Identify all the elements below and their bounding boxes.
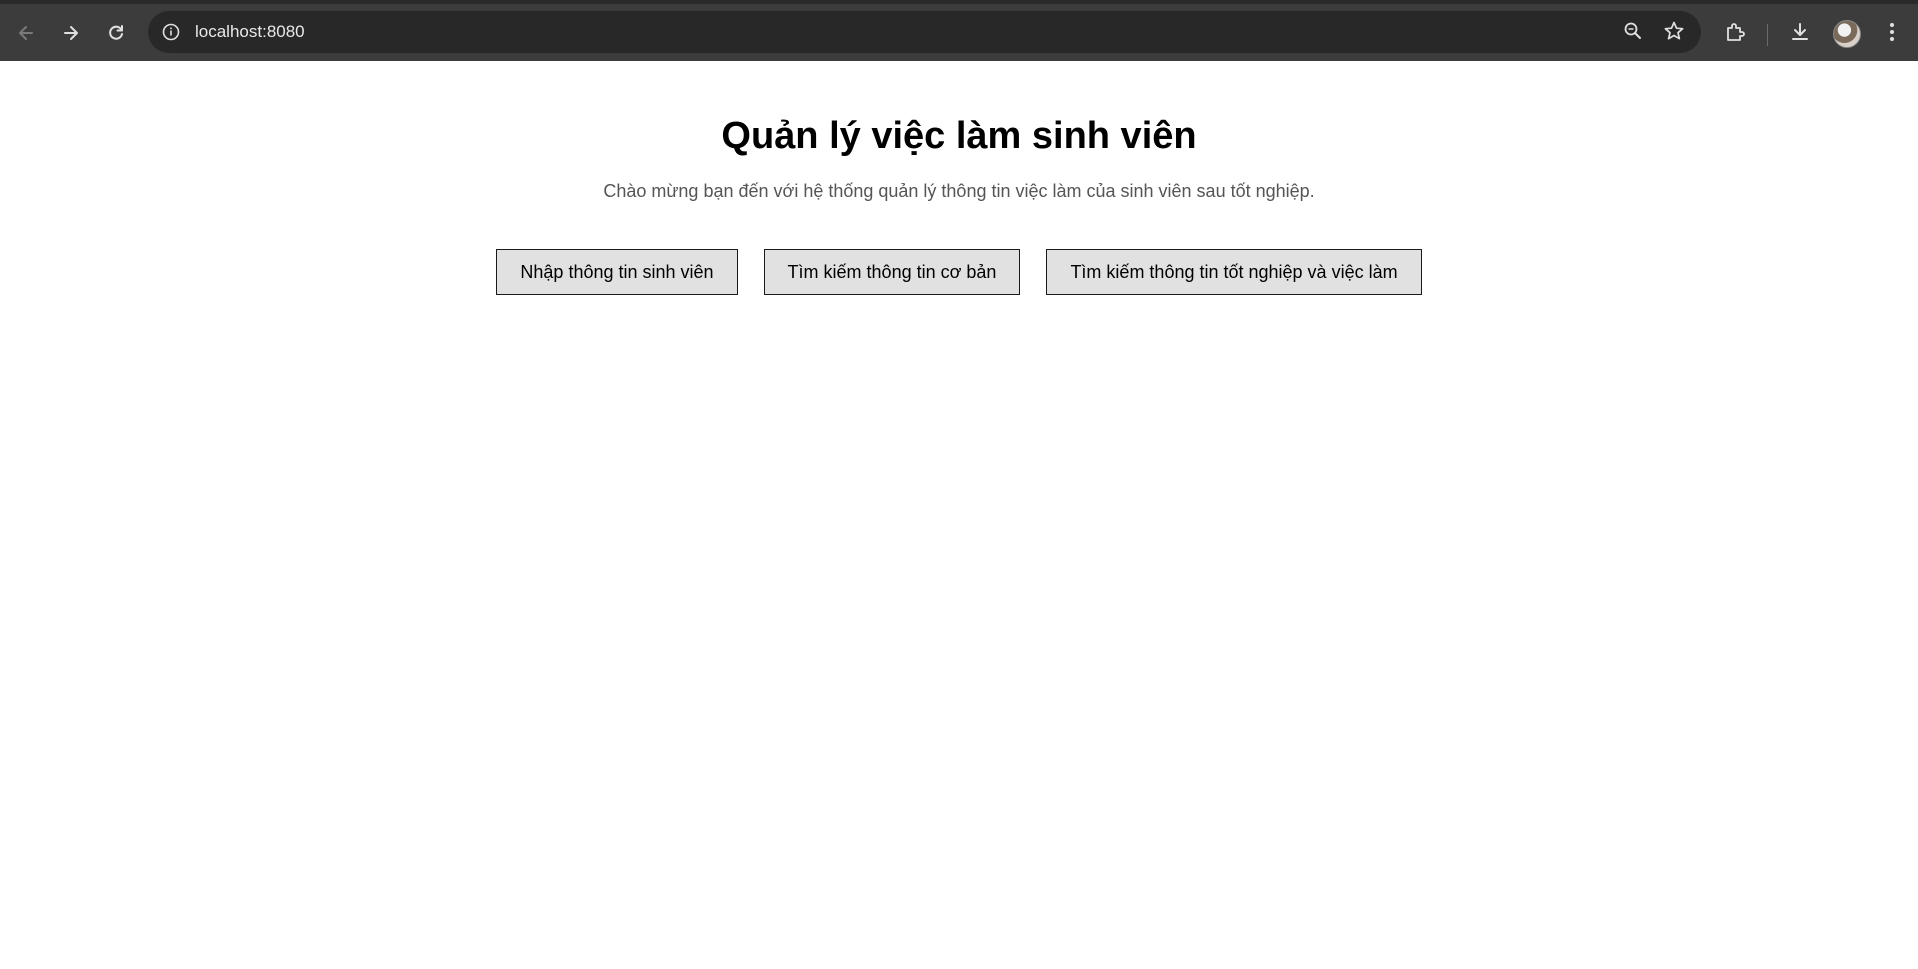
enter-student-info-button[interactable]: Nhập thông tin sinh viên bbox=[496, 249, 738, 295]
site-info-icon[interactable] bbox=[160, 21, 182, 43]
back-button[interactable] bbox=[11, 18, 41, 48]
extensions-icon[interactable] bbox=[1723, 20, 1747, 49]
url-text[interactable]: localhost:8080 bbox=[195, 22, 305, 42]
reload-button[interactable] bbox=[101, 18, 131, 48]
menu-dots-icon[interactable] bbox=[1882, 20, 1902, 49]
forward-arrow-icon bbox=[64, 26, 78, 40]
action-button-row: Nhập thông tin sinh viên Tìm kiếm thông … bbox=[0, 249, 1918, 295]
forward-button[interactable] bbox=[56, 18, 86, 48]
basic-search-button[interactable]: Tìm kiếm thông tin cơ bản bbox=[763, 249, 1021, 295]
reload-icon bbox=[109, 25, 123, 40]
address-bar[interactable]: localhost:8080 bbox=[148, 11, 1701, 53]
page-title: Quản lý việc làm sinh viên bbox=[721, 115, 1197, 157]
download-icon[interactable] bbox=[1788, 20, 1812, 49]
profile-avatar[interactable] bbox=[1833, 20, 1861, 48]
back-arrow-icon bbox=[19, 26, 33, 40]
page-content: Quản lý việc làm sinh viên Chào mừng bạn… bbox=[0, 61, 1918, 969]
graduation-job-search-button[interactable]: Tìm kiếm thông tin tốt nghiệp và việc là… bbox=[1046, 249, 1422, 295]
toolbar-divider bbox=[1767, 24, 1768, 46]
zoom-icon[interactable] bbox=[1623, 21, 1643, 46]
browser-toolbar: localhost:8080 bbox=[0, 0, 1918, 61]
bookmark-star-icon[interactable] bbox=[1663, 20, 1685, 47]
welcome-subtitle: Chào mừng bạn đến với hệ thống quản lý t… bbox=[603, 181, 1315, 201]
